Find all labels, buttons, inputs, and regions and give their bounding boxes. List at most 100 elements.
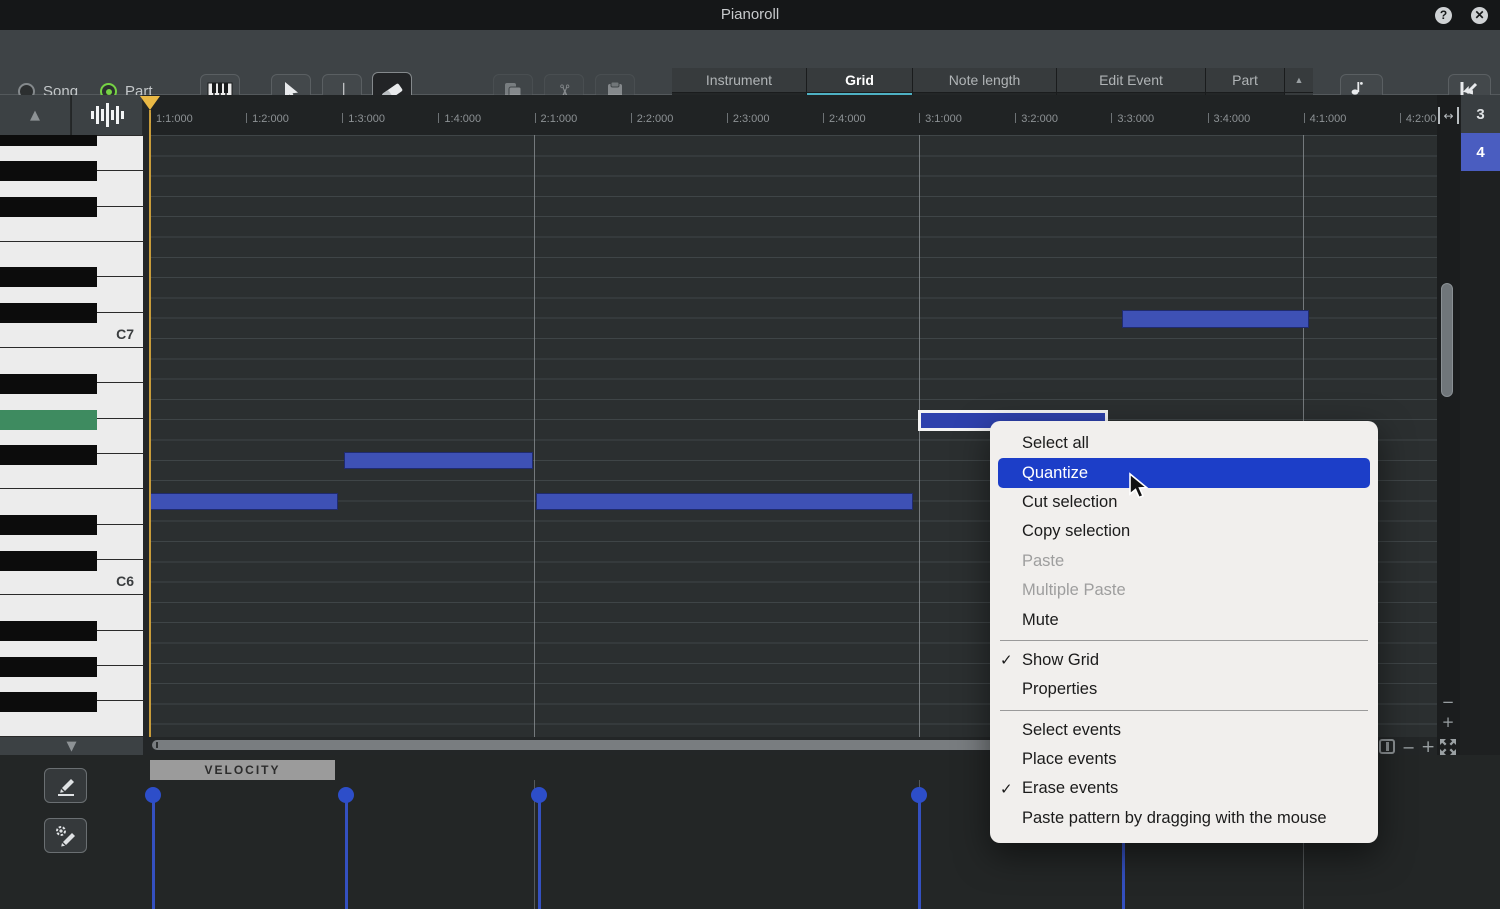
close-icon[interactable]: ✕ xyxy=(1471,7,1488,24)
black-key-F#7[interactable] xyxy=(0,196,97,217)
spinner-up-icon[interactable]: ▲ xyxy=(1285,68,1313,93)
param-header: Note length xyxy=(913,68,1056,93)
help-icon[interactable]: ? xyxy=(1435,7,1452,24)
black-key-D#6[interactable] xyxy=(0,515,97,536)
black-key-G#5[interactable] xyxy=(0,656,97,677)
timeline-tick xyxy=(726,113,728,123)
black-key-A#6[interactable] xyxy=(0,374,97,395)
menu-item-select-events[interactable]: Select events xyxy=(990,716,1378,745)
velocity-handle[interactable] xyxy=(145,787,161,803)
param-header: Part xyxy=(1206,68,1284,93)
black-key-G#6[interactable] xyxy=(0,409,97,430)
timeline-tick xyxy=(919,113,921,123)
velocity-handle[interactable] xyxy=(911,787,927,803)
menu-item-quantize[interactable]: Quantize xyxy=(998,458,1370,488)
timeline-tick xyxy=(630,113,632,123)
timeline-label: 3:4:000 xyxy=(1213,113,1251,125)
checkmark-icon: ✓ xyxy=(1000,652,1013,670)
horizontal-zoom-in-button[interactable]: + xyxy=(1421,737,1435,757)
menu-item-label: Properties xyxy=(1022,680,1098,699)
param-header: Instrument xyxy=(672,68,806,93)
menu-item-paste-pattern-by-dragging-with-the-mouse[interactable]: Paste pattern by dragging with the mouse xyxy=(990,804,1378,833)
checkmark-icon: ✓ xyxy=(1000,780,1013,798)
pianoroll-window: Pianoroll ? ✕ Song Part ♩ ✂ Instrument G… xyxy=(0,0,1500,909)
menu-item-cut-selection[interactable]: Cut selection xyxy=(990,488,1378,517)
timeline-tick xyxy=(246,113,248,123)
timeline-tick xyxy=(438,113,440,123)
timeline-tick xyxy=(1111,113,1113,123)
velocity-header[interactable]: VELOCITY xyxy=(150,760,335,780)
timeline-tick xyxy=(1015,113,1017,123)
midi-note[interactable] xyxy=(536,493,913,510)
menu-item-show-grid[interactable]: ✓ Show Grid xyxy=(990,646,1378,675)
midi-note[interactable] xyxy=(150,493,338,510)
menu-item-label: Cut selection xyxy=(1022,492,1118,511)
black-key-A#5[interactable] xyxy=(0,621,97,642)
param-header: Grid xyxy=(807,68,912,93)
timeline-ruler[interactable]: 1:1:000 1:2:000 1:3:000 1:4:000 2:1:000 2:2:0… xyxy=(150,95,1437,135)
velocity-draw-button[interactable] xyxy=(44,768,87,803)
velocity-handle[interactable] xyxy=(338,787,354,803)
part-tab-3[interactable]: 3 xyxy=(1461,95,1500,133)
window-title: Pianoroll xyxy=(720,6,780,23)
black-key-G#7[interactable] xyxy=(0,161,97,182)
velocity-panel-toggle-icon[interactable] xyxy=(1379,739,1395,754)
vertical-zoom-out-button[interactable]: − xyxy=(1439,695,1457,711)
menu-item-label: Paste pattern by dragging with the mouse xyxy=(1022,808,1327,827)
midi-note[interactable] xyxy=(1122,310,1309,328)
menu-item-mute[interactable]: Mute xyxy=(990,605,1378,634)
menu-item-properties[interactable]: Properties xyxy=(990,675,1378,704)
context-menu: Select all Quantize Cut selection Copy sele… xyxy=(990,421,1378,843)
audition-toggle-button[interactable] xyxy=(72,95,143,135)
timeline-label: 1:2:000 xyxy=(252,113,289,125)
timeline-tick xyxy=(534,113,536,123)
black-key-F#5[interactable] xyxy=(0,691,97,712)
menu-item-label: Select events xyxy=(1022,720,1122,739)
menu-separator xyxy=(1000,639,1368,641)
down-arrow-icon: ▼ xyxy=(66,738,77,754)
timeline-label: 2:2:000 xyxy=(636,113,674,125)
black-key-C#6[interactable] xyxy=(0,550,97,571)
fullscreen-button[interactable] xyxy=(1438,737,1458,757)
velocity-handle[interactable] xyxy=(531,787,547,803)
measure-line xyxy=(919,135,920,737)
piano-keyboard: C7 C6 xyxy=(0,135,143,737)
vertical-scrollbar-track[interactable] xyxy=(1437,95,1460,755)
timeline-label: 4:2:000 xyxy=(1405,113,1437,125)
timeline-label: 4:1:000 xyxy=(1309,113,1347,125)
menu-item-multiple-paste: Multiple Paste xyxy=(990,576,1378,605)
midi-note[interactable] xyxy=(344,452,533,469)
black-key-C#7[interactable] xyxy=(0,302,97,323)
vertical-zoom-in-button[interactable]: + xyxy=(1439,715,1457,731)
scroll-down-button[interactable]: ▼ xyxy=(0,737,143,755)
key-label-C7: C7 xyxy=(116,326,134,343)
measure-line xyxy=(534,135,535,737)
menu-separator xyxy=(1000,709,1368,711)
part-tab-4[interactable]: 4 xyxy=(1461,133,1500,171)
expand-icon xyxy=(1440,739,1456,755)
menu-item-erase-events[interactable]: ✓ Erase events xyxy=(990,774,1378,803)
black-key-D#7[interactable] xyxy=(0,267,97,288)
black-key-A#7[interactable] xyxy=(0,135,97,147)
velocity-stem[interactable] xyxy=(345,795,348,909)
playhead-marker[interactable] xyxy=(140,96,160,110)
menu-item-select-all[interactable]: Select all xyxy=(990,429,1378,458)
horizontal-zoom-out-button[interactable]: − xyxy=(1402,738,1415,757)
key-label-C6: C6 xyxy=(116,573,134,590)
menu-item-label: Multiple Paste xyxy=(1022,581,1126,600)
scroll-up-button[interactable]: ▲ xyxy=(0,95,71,135)
timeline-label: 2:3:000 xyxy=(732,113,770,125)
velocity-stem[interactable] xyxy=(918,795,921,909)
velocity-stem[interactable] xyxy=(152,795,155,909)
timeline-label: 3:3:000 xyxy=(1117,113,1155,125)
timeline-label: 3:1:000 xyxy=(925,113,962,125)
velocity-tools-button[interactable] xyxy=(44,818,87,853)
fit-width-icon[interactable]: ↔ xyxy=(1438,107,1459,124)
waveform-icon xyxy=(91,103,124,127)
menu-item-label: Paste xyxy=(1022,551,1065,570)
menu-item-place-events[interactable]: Place events xyxy=(990,745,1378,774)
menu-item-copy-selection[interactable]: Copy selection xyxy=(990,517,1378,546)
velocity-stem[interactable] xyxy=(538,795,541,909)
vertical-scrollbar-thumb[interactable] xyxy=(1441,283,1453,397)
black-key-F#6[interactable] xyxy=(0,444,97,465)
